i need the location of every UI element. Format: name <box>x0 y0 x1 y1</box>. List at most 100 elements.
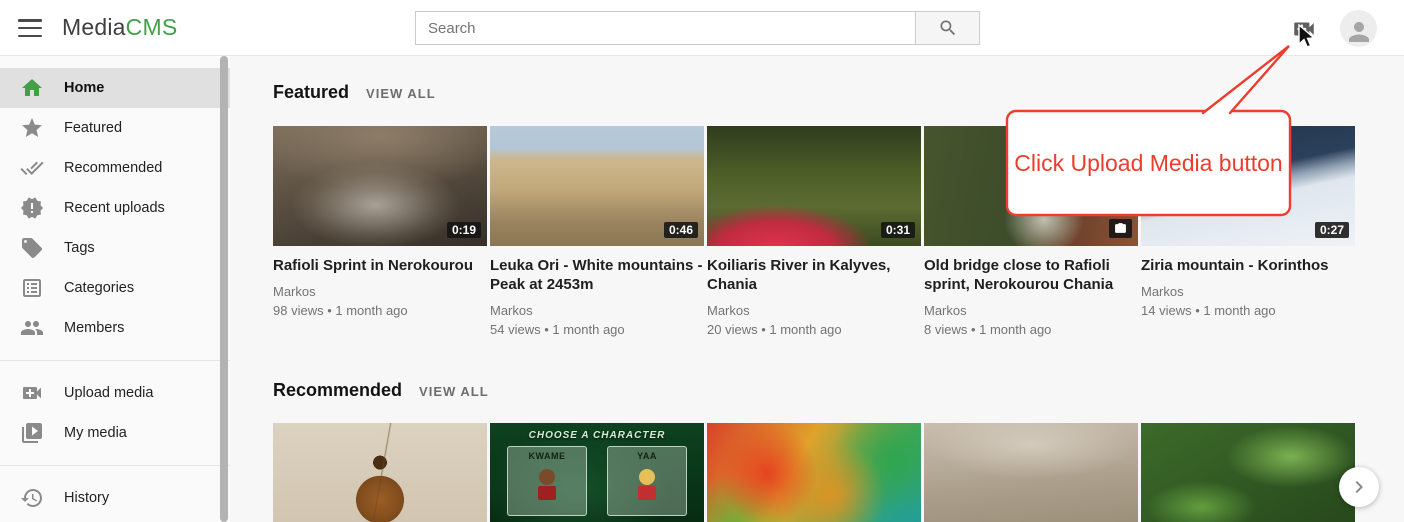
sidebar-item-label: Featured <box>64 120 122 136</box>
duration-badge: 0:46 <box>664 222 698 238</box>
upload-media-header-button[interactable] <box>1291 16 1317 42</box>
carousel-next-button[interactable] <box>1339 467 1379 507</box>
tag-icon <box>20 236 44 260</box>
sidebar-divider <box>0 360 230 361</box>
search-input[interactable] <box>416 12 915 44</box>
video-thumbnail[interactable]: 0:19 <box>273 126 487 246</box>
media-meta: 54 views • 1 month ago <box>490 320 704 339</box>
sidebar-item-recent-uploads[interactable]: Recent uploads <box>0 188 230 228</box>
search-button[interactable] <box>915 12 979 44</box>
sidebar-item-label: My media <box>64 425 127 441</box>
search-bar <box>415 11 980 45</box>
people-icon <box>20 316 44 340</box>
app-logo[interactable]: MediaCMS <box>62 14 177 41</box>
sidebar-item-label: Upload media <box>64 385 153 401</box>
media-card: 0:46 Leuka Ori - White mountains - Peak … <box>490 126 704 339</box>
thumbnail-text: KWAME <box>508 451 586 461</box>
character-figure <box>637 469 657 500</box>
duration-badge: 0:27 <box>1315 222 1349 238</box>
media-meta: 20 views • 1 month ago <box>707 320 921 339</box>
duration-badge: 0:19 <box>447 222 481 238</box>
media-title[interactable]: Koiliaris River in Kalyves, Chania <box>707 256 921 294</box>
sidebar-item-members[interactable]: Members <box>0 308 230 348</box>
media-meta: 14 views • 1 month ago <box>1141 301 1355 320</box>
sidebar: Home Featured Recommended Recent uploads… <box>0 56 230 522</box>
featured-section: Featured VIEW ALL 0:19 Rafioli Sprint in… <box>273 82 1404 339</box>
video-thumbnail[interactable] <box>273 423 487 522</box>
video-thumbnail[interactable] <box>707 423 921 522</box>
logo-media-text: Media <box>62 14 126 40</box>
thumbnail-text: YAA <box>608 451 686 461</box>
media-title[interactable]: Rafioli Sprint in Nerokourou <box>273 256 487 275</box>
image-thumbnail[interactable] <box>924 126 1138 246</box>
star-icon <box>20 116 44 140</box>
section-title: Featured <box>273 82 349 103</box>
view-all-link[interactable]: VIEW ALL <box>419 384 489 399</box>
media-card <box>1141 423 1355 522</box>
media-title[interactable]: Old bridge close to Rafioli sprint, Nero… <box>924 256 1138 294</box>
main-content: Featured VIEW ALL 0:19 Rafioli Sprint in… <box>230 56 1404 522</box>
character-figure <box>537 469 557 500</box>
media-title[interactable]: Ziria mountain - Korinthos <box>1141 256 1355 275</box>
duration-badge: 0:31 <box>881 222 915 238</box>
video-thumbnail[interactable]: CHOOSE A CHARACTER KWAME Selected YAA Se… <box>490 423 704 522</box>
media-author[interactable]: Markos <box>707 301 921 320</box>
media-author[interactable]: Markos <box>924 301 1138 320</box>
list-icon <box>20 276 44 300</box>
sidebar-item-label: Recent uploads <box>64 200 165 216</box>
sidebar-item-home[interactable]: Home <box>0 68 230 108</box>
media-card <box>707 423 921 522</box>
media-card: CHOOSE A CHARACTER KWAME Selected YAA Se… <box>490 423 704 522</box>
sidebar-item-my-media[interactable]: My media <box>0 413 230 453</box>
person-icon <box>1344 17 1374 47</box>
media-card: 0:19 Rafioli Sprint in Nerokourou Markos… <box>273 126 487 339</box>
double-check-icon <box>20 156 44 180</box>
sidebar-item-label: Tags <box>64 240 95 256</box>
video-thumbnail[interactable]: 0:46 <box>490 126 704 246</box>
new-releases-icon <box>20 196 44 220</box>
sidebar-item-label: History <box>64 490 109 506</box>
video-thumbnail[interactable] <box>924 423 1138 522</box>
view-all-link[interactable]: VIEW ALL <box>366 86 436 101</box>
media-card <box>273 423 487 522</box>
media-title[interactable]: Leuka Ori - White mountains - Peak at 24… <box>490 256 704 294</box>
video-thumbnail[interactable]: 0:31 <box>707 126 921 246</box>
video-call-icon <box>20 381 44 405</box>
top-bar: MediaCMS <box>0 0 1404 56</box>
sidebar-item-label: Recommended <box>64 160 162 176</box>
sidebar-item-history[interactable]: History <box>0 478 230 518</box>
menu-hamburger-icon[interactable] <box>18 19 42 37</box>
media-card: Old bridge close to Rafioli sprint, Nero… <box>924 126 1138 339</box>
history-icon <box>20 486 44 510</box>
media-meta: 8 views • 1 month ago <box>924 320 1138 339</box>
camera-icon <box>1114 222 1127 235</box>
media-meta: 98 views • 1 month ago <box>273 301 487 320</box>
search-icon <box>938 18 958 38</box>
user-avatar[interactable] <box>1340 10 1377 47</box>
media-card: 0:31 Koiliaris River in Kalyves, Chania … <box>707 126 921 339</box>
chevron-right-icon <box>1347 475 1371 499</box>
upload-media-icon <box>1291 16 1317 42</box>
sidebar-item-categories[interactable]: Categories <box>0 268 230 308</box>
sidebar-scrollbar[interactable] <box>220 56 228 522</box>
video-thumbnail[interactable] <box>1141 423 1355 522</box>
sidebar-item-label: Members <box>64 320 124 336</box>
media-author[interactable]: Markos <box>1141 282 1355 301</box>
recommended-section: Recommended VIEW ALL CHOOSE A CHARACTER … <box>273 380 1404 522</box>
thumbnail-panel: KWAME Selected <box>507 446 587 516</box>
media-card <box>924 423 1138 522</box>
sidebar-item-upload-media[interactable]: Upload media <box>0 373 230 413</box>
sidebar-item-tags[interactable]: Tags <box>0 228 230 268</box>
video-thumbnail[interactable]: 0:27 <box>1141 126 1355 246</box>
sidebar-item-recommended[interactable]: Recommended <box>0 148 230 188</box>
section-title: Recommended <box>273 380 402 401</box>
media-author[interactable]: Markos <box>490 301 704 320</box>
home-icon <box>20 76 44 100</box>
thumbnail-panel: YAA Select <box>607 446 687 516</box>
sidebar-item-featured[interactable]: Featured <box>0 108 230 148</box>
video-library-icon <box>20 421 44 445</box>
media-author[interactable]: Markos <box>273 282 487 301</box>
thumbnail-text: CHOOSE A CHARACTER <box>490 430 704 441</box>
camera-badge <box>1109 219 1132 238</box>
sidebar-item-label: Categories <box>64 280 134 296</box>
